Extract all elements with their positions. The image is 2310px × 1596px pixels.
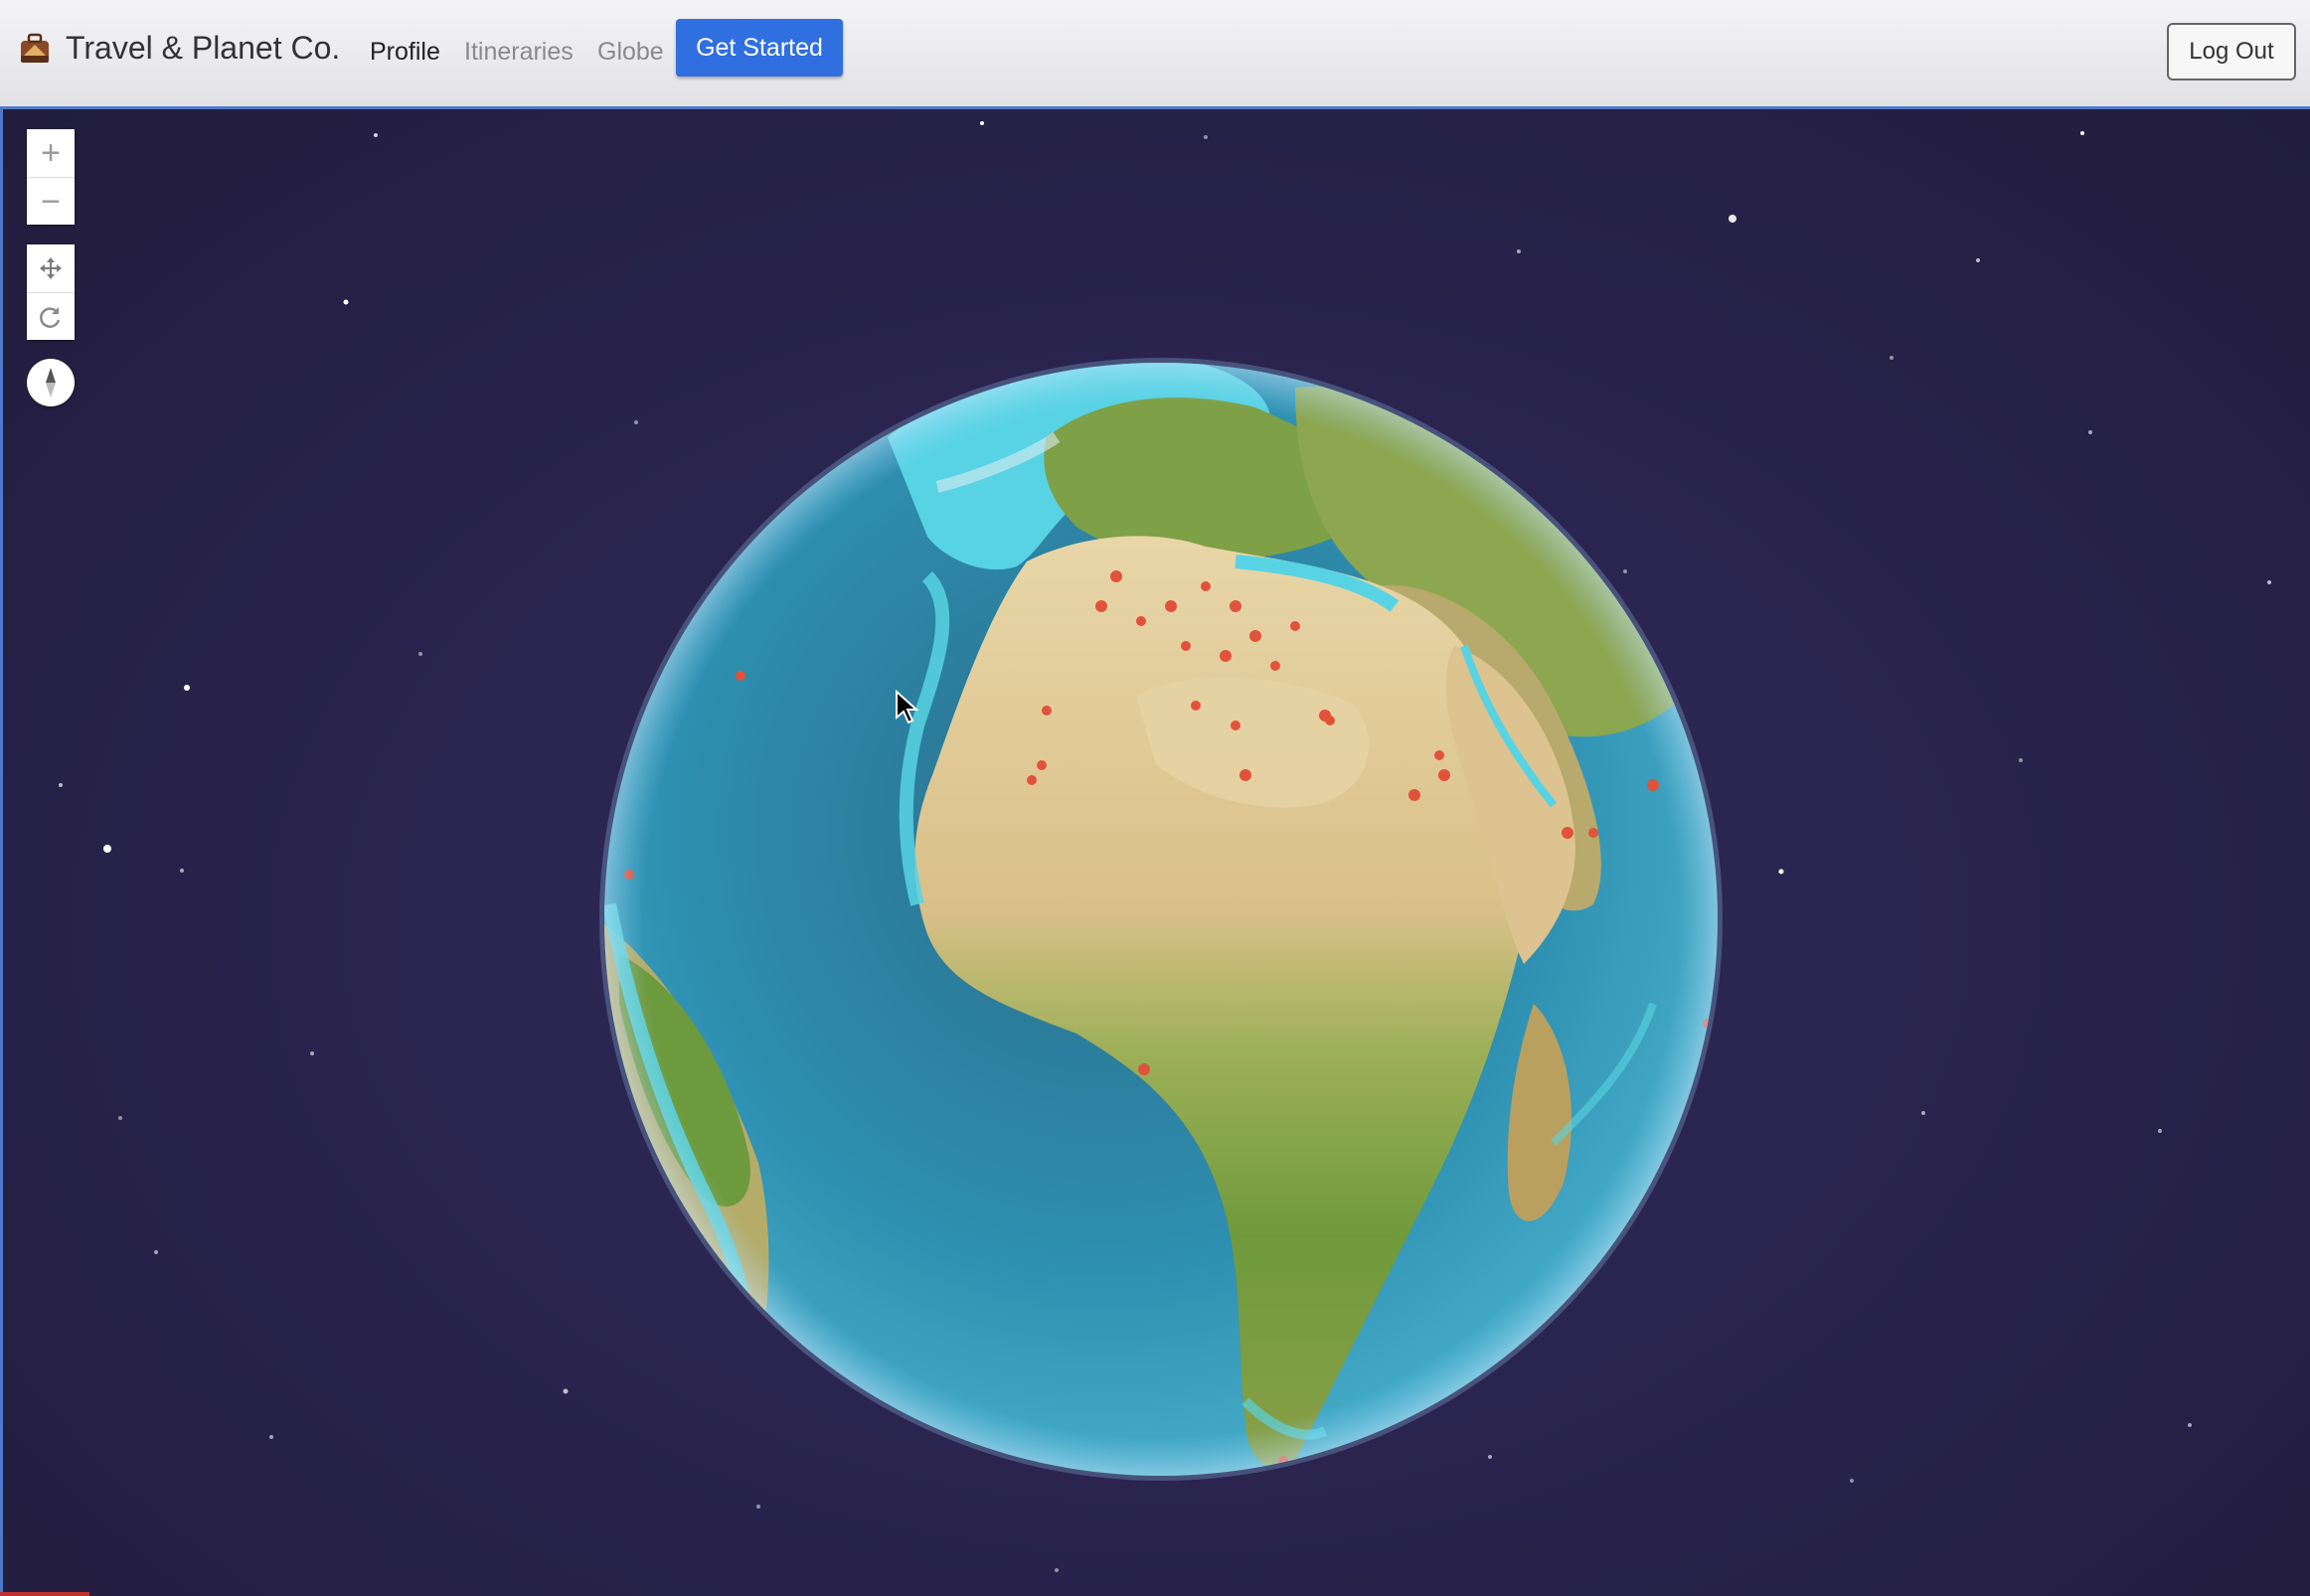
nav-globe-link[interactable]: Globe bbox=[597, 38, 664, 67]
mouse-cursor-icon bbox=[896, 690, 919, 724]
navigation-controls bbox=[27, 244, 75, 340]
log-out-button[interactable]: Log Out bbox=[2167, 23, 2296, 80]
compass-needle-icon[interactable] bbox=[27, 359, 75, 406]
get-started-button[interactable]: Get Started bbox=[676, 19, 843, 77]
top-navbar: Travel & Planet Co. Profile Itineraries … bbox=[0, 0, 2310, 109]
minus-icon[interactable]: − bbox=[27, 177, 75, 225]
nav-itineraries-link[interactable]: Itineraries bbox=[464, 38, 574, 67]
globe-viewport[interactable]: + − bbox=[0, 109, 2310, 1596]
luggage-logo-icon bbox=[21, 33, 49, 63]
brand[interactable]: Travel & Planet Co. bbox=[18, 30, 340, 67]
brand-name: Travel & Planet Co. bbox=[66, 30, 341, 66]
move-arrows-icon[interactable] bbox=[27, 244, 75, 292]
zoom-controls: + − bbox=[27, 129, 75, 225]
rotate-icon[interactable] bbox=[27, 292, 75, 340]
bottom-indicator bbox=[0, 1592, 89, 1596]
earth-globe[interactable] bbox=[3, 109, 2310, 1596]
nav-profile-link[interactable]: Profile bbox=[370, 38, 440, 67]
plus-icon[interactable]: + bbox=[27, 129, 75, 177]
